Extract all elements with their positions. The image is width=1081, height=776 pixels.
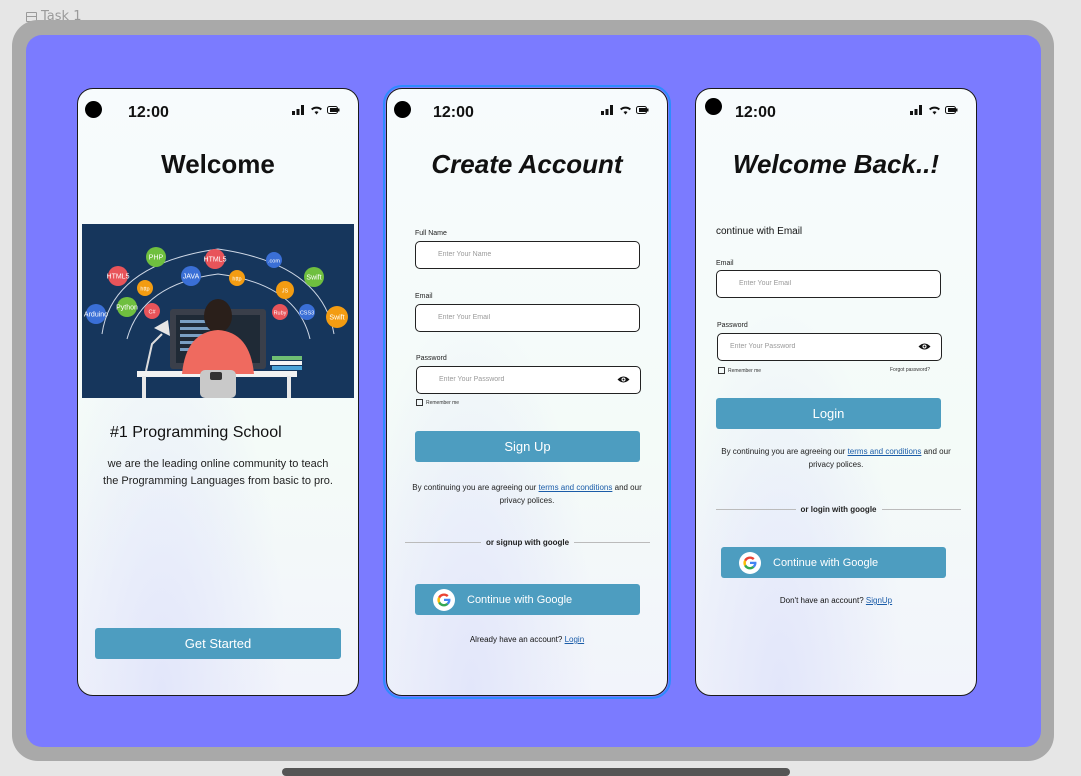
- divider-text: or signup with google: [485, 538, 570, 547]
- email-label: Email: [415, 293, 433, 300]
- terms-link[interactable]: terms and conditions: [539, 483, 613, 492]
- google-button-label: Continue with Google: [773, 556, 879, 569]
- hero-bubble-label: C#: [148, 310, 156, 316]
- hero-bubble-label: PHP: [149, 255, 164, 262]
- remember-checkbox[interactable]: [718, 367, 725, 374]
- remember-me[interactable]: Remember me: [718, 367, 761, 374]
- signup-link[interactable]: SignUp: [866, 596, 892, 605]
- email-field[interactable]: [415, 304, 640, 332]
- hero-bubble-label: .com: [268, 259, 280, 265]
- hero-bubble-label: CSS3: [300, 311, 314, 317]
- signup-button[interactable]: Sign Up: [415, 431, 640, 462]
- signup-screen[interactable]: 12:00 Create Account Full Name Email Pas…: [383, 85, 671, 699]
- password-field[interactable]: [416, 366, 641, 394]
- divider-text: or login with google: [800, 505, 877, 514]
- status-bar: 12:00: [696, 89, 976, 129]
- login-button[interactable]: Login: [716, 398, 941, 429]
- legal-prefix: By continuing you are agreeing our: [721, 447, 848, 456]
- email-input[interactable]: [438, 314, 598, 321]
- password-field[interactable]: [717, 333, 942, 361]
- remember-checkbox[interactable]: [416, 399, 423, 406]
- google-divider: or login with google: [716, 505, 961, 514]
- hero-bubble-label: HTML5: [107, 274, 130, 281]
- login-prompt: Already have an account? Login: [387, 635, 667, 644]
- hero-bubble-label: JAVA: [183, 274, 200, 281]
- subheading: #1 Programming School: [110, 424, 282, 441]
- google-button[interactable]: Continue with Google: [415, 584, 640, 615]
- status-bar: 12:00: [78, 89, 358, 129]
- camera-icon: [705, 98, 722, 115]
- get-started-button[interactable]: Get Started: [95, 628, 341, 659]
- hero-bubble-label: Arduino: [84, 312, 108, 319]
- legal-text: By continuing you are agreeing our terms…: [399, 481, 655, 507]
- password-input[interactable]: [439, 376, 599, 383]
- hero-bubble-label: HTML5: [204, 257, 227, 264]
- wifi-icon: [620, 106, 631, 115]
- terms-link[interactable]: terms and conditions: [848, 447, 922, 456]
- hero-bubble-label: JS: [282, 289, 289, 295]
- password-label: Password: [416, 355, 447, 362]
- home-indicator-bar: [282, 768, 790, 776]
- continue-email-text: continue with Email: [716, 226, 803, 237]
- login-prompt-text: Already have an account?: [469, 635, 565, 644]
- fullname-label: Full Name: [415, 230, 447, 237]
- hero-bubble-label: Swift: [306, 275, 321, 282]
- signal-icon: [910, 105, 922, 115]
- email-label: Email: [716, 260, 734, 267]
- battery-icon: [945, 106, 958, 114]
- eye-icon[interactable]: [918, 342, 931, 351]
- hero-bubble-label: http: [232, 277, 241, 283]
- password-input[interactable]: [730, 343, 890, 350]
- google-button-label: Continue with Google: [467, 593, 573, 606]
- legal-prefix: By continuing you are agreeing our: [412, 483, 539, 492]
- page-title: Create Account: [431, 149, 623, 179]
- signal-icon: [292, 105, 304, 115]
- wifi-icon: [311, 106, 322, 115]
- remember-label: Remember me: [728, 367, 762, 374]
- email-input[interactable]: [739, 280, 899, 287]
- programming-illustration: PHP HTML5 JAVA HTML5 http Python C# JS Swift Ruby…: [82, 224, 354, 398]
- google-icon: [739, 551, 761, 574]
- status-time: 12:00: [735, 104, 776, 121]
- hero-bubble-label: Python: [116, 305, 138, 312]
- google-button[interactable]: Continue with Google: [721, 547, 946, 578]
- eye-icon[interactable]: [617, 375, 630, 384]
- status-time: 12:00: [128, 104, 169, 121]
- page-title: Welcome Back..!: [732, 149, 940, 179]
- signal-icon: [601, 105, 613, 115]
- wifi-icon: [929, 106, 940, 115]
- login-screen[interactable]: 12:00 Welcome Back..! continue with Emai…: [695, 88, 977, 696]
- remember-label: Remember me: [426, 399, 460, 406]
- google-divider: or signup with google: [405, 538, 651, 547]
- remember-me[interactable]: Remember me: [416, 399, 459, 406]
- description: we are the leading online community to t…: [103, 458, 333, 487]
- hero-bubble-label: Swift: [329, 315, 344, 322]
- camera-icon: [394, 101, 411, 118]
- password-label: Password: [717, 322, 748, 329]
- hero-bubble-label: Ruby: [274, 311, 287, 317]
- forgot-password-link[interactable]: Forgot password?: [890, 367, 930, 373]
- hero-bubble-label: http: [140, 287, 149, 293]
- fullname-input[interactable]: [438, 251, 598, 258]
- battery-icon: [636, 106, 649, 114]
- google-icon: [433, 588, 455, 611]
- status-bar: 12:00: [387, 89, 667, 129]
- camera-icon: [85, 101, 102, 118]
- legal-text: By continuing you are agreeing our terms…: [712, 445, 960, 471]
- signup-prompt: Don't have an account? SignUp: [696, 596, 976, 605]
- page-title: Welcome: [161, 149, 275, 179]
- email-field[interactable]: [716, 270, 941, 298]
- battery-icon: [327, 106, 340, 114]
- status-time: 12:00: [433, 104, 474, 121]
- login-link[interactable]: Login: [565, 635, 585, 644]
- fullname-field[interactable]: [415, 241, 640, 269]
- welcome-screen[interactable]: 12:00 Welcome PHP HTML5 JAVA HTML5 http …: [77, 88, 359, 696]
- signup-prompt-text: Don't have an account?: [779, 596, 866, 605]
